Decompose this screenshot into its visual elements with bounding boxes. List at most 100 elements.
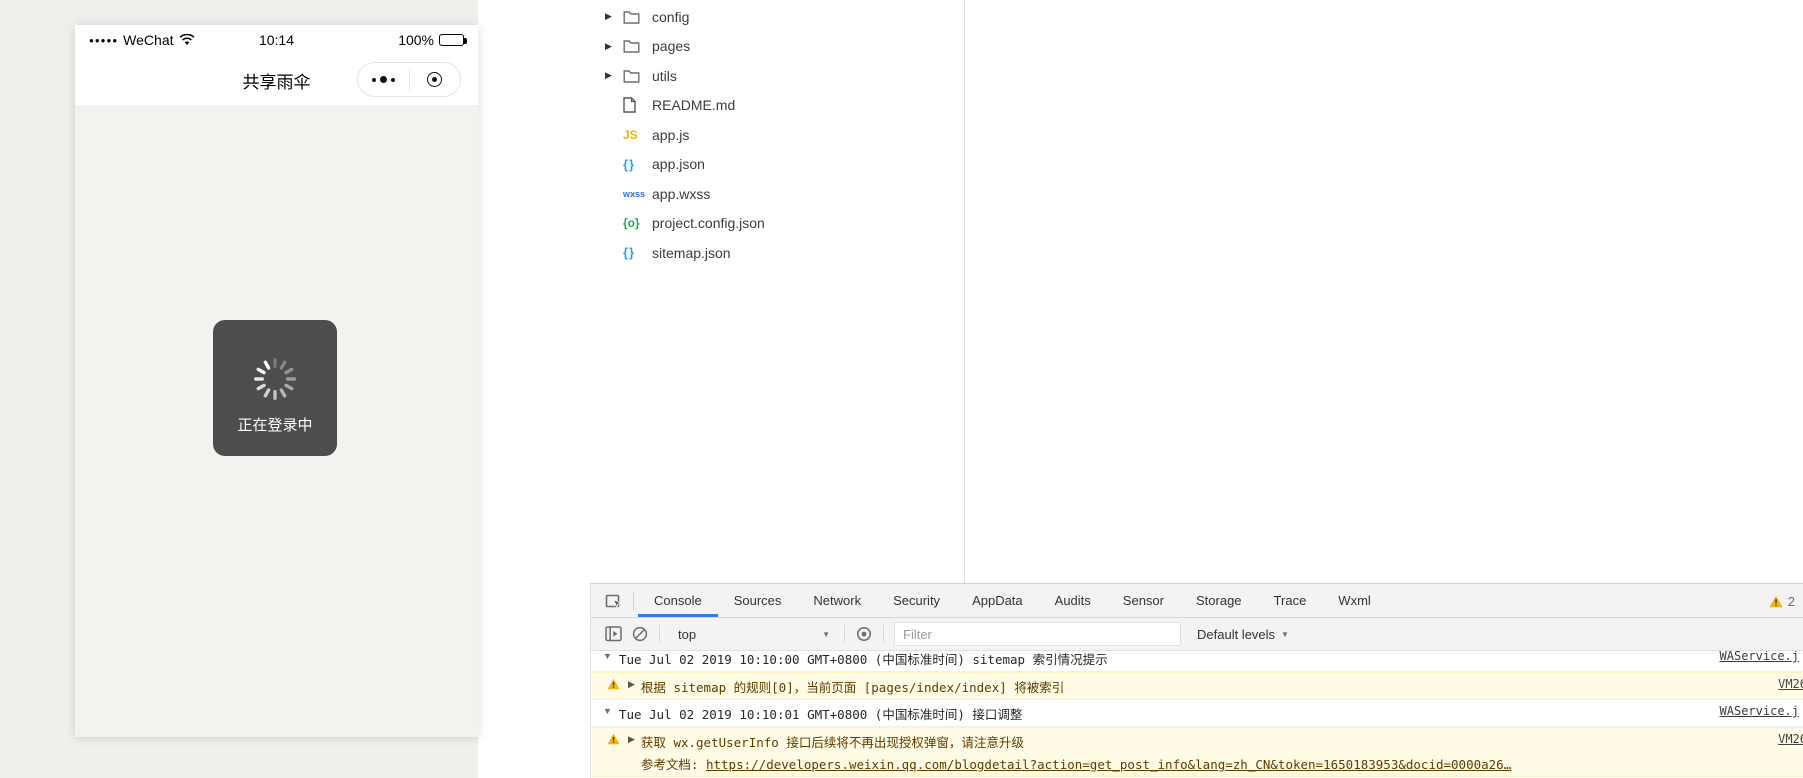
carrier-label: WeChat	[123, 32, 174, 48]
expand-arrow-icon[interactable]: ▶	[605, 41, 623, 52]
tab-storage[interactable]: Storage	[1180, 584, 1258, 617]
tree-item-sitemap-json[interactable]: {} sitemap.json	[590, 238, 964, 268]
tab-wxml[interactable]: Wxml	[1322, 584, 1387, 617]
console-toolbar: top ▼ Default levels ▼	[591, 618, 1803, 651]
eye-icon	[857, 627, 871, 641]
console-source-link[interactable]: VM26	[1768, 677, 1803, 691]
tree-item-label: app.wxss	[652, 185, 711, 202]
execution-context-value: top	[678, 626, 697, 642]
tab-appdata[interactable]: AppData	[956, 584, 1039, 617]
console-message-body: 获取 wx.getUserInfo 接口后续将不再出现授权弹窗，请注意升级 参考…	[641, 732, 1768, 773]
tree-item-label: app.js	[652, 126, 690, 143]
exit-icon	[427, 72, 443, 87]
console-source-link[interactable]: WAService.j	[1710, 704, 1799, 718]
tree-item-config[interactable]: ▶ config	[590, 2, 964, 32]
capsule-buttons	[357, 62, 461, 97]
chevron-down-icon: ▼	[822, 629, 830, 639]
exit-button[interactable]	[410, 72, 461, 87]
panel-divider[interactable]	[964, 0, 965, 583]
simulator-panel: ●●●●● WeChat 10:14 100% 共享雨伞 正在登录中	[0, 0, 478, 778]
console-messages: ▼ Tue Jul 02 2019 10:10:00 GMT+0800 (中国标…	[591, 651, 1803, 778]
loading-toast-text: 正在登录中	[237, 417, 313, 434]
toolbar-divider	[883, 625, 884, 643]
console-row: ▼ Tue Jul 02 2019 10:10:00 GMT+0800 (中国标…	[591, 651, 1803, 672]
tab-security[interactable]: Security	[877, 584, 956, 617]
console-sidebar-toggle-button[interactable]	[601, 622, 627, 646]
expand-toggle-icon[interactable]: ▶	[628, 679, 635, 690]
tab-trace[interactable]: Trace	[1258, 584, 1323, 617]
expand-toggle-icon[interactable]: ▼	[603, 706, 612, 716]
console-message-body: Tue Jul 02 2019 10:10:01 GMT+0800 (中国标准时…	[619, 704, 1710, 723]
inspect-cursor-icon	[605, 594, 623, 608]
file-explorer: ▶ config ▶ pages ▶ utils README.md JS ap…	[590, 0, 964, 583]
warning-count: 2	[1787, 593, 1795, 609]
tab-console[interactable]: Console	[638, 584, 718, 617]
battery-info: 100%	[314, 32, 467, 48]
tree-item-project-config-json[interactable]: {o} project.config.json	[590, 209, 964, 239]
pjson-file-icon: {o}	[623, 216, 640, 231]
execution-context-select[interactable]: top ▼	[666, 622, 838, 646]
spinner-icon	[254, 358, 296, 400]
console-source-link[interactable]: WAService.j	[1710, 651, 1799, 663]
tree-item-app-wxss[interactable]: wxss app.wxss	[590, 179, 964, 209]
tree-item-app-js[interactable]: JS app.js	[590, 120, 964, 150]
more-button[interactable]	[358, 76, 409, 83]
warning-icon	[1769, 595, 1783, 607]
devtools-tab-bar: Console Sources Network Security AppData…	[591, 584, 1803, 618]
tree-item-label: config	[652, 8, 690, 25]
tree-item-label: utils	[652, 67, 677, 84]
clear-icon	[632, 626, 648, 642]
warning-summary[interactable]: 2	[1769, 584, 1795, 618]
tree-item-label: sitemap.json	[652, 244, 731, 261]
clear-console-button[interactable]	[627, 622, 653, 646]
phone-status-bar: ●●●●● WeChat 10:14 100%	[75, 25, 478, 55]
tab-sensor[interactable]: Sensor	[1107, 584, 1180, 617]
carrier-info: ●●●●● WeChat	[89, 32, 239, 48]
expand-toggle-icon[interactable]: ▼	[603, 651, 612, 661]
console-row: ▶ 根据 sitemap 的规则[0]，当前页面 [pages/index/in…	[591, 672, 1803, 700]
tree-item-label: pages	[652, 38, 691, 55]
wechat-devtools-window: ●●●●● WeChat 10:14 100% 共享雨伞 正在登录中 ▶ con…	[0, 0, 1803, 778]
toolbar-divider	[659, 625, 660, 643]
js-file-icon: JS	[623, 127, 638, 142]
console-source-link[interactable]: VM26	[1768, 732, 1803, 746]
console-message-body: 根据 sitemap 的规则[0]，当前页面 [pages/index/inde…	[641, 677, 1768, 696]
log-levels-select[interactable]: Default levels ▼	[1197, 627, 1289, 642]
tree-item-label: project.config.json	[652, 215, 765, 232]
page-title: 共享雨伞	[242, 72, 311, 92]
tree-item-app-json[interactable]: {} app.json	[590, 150, 964, 180]
console-message-detail: 参考文档: https://developers.weixin.qq.com/b…	[641, 754, 1768, 773]
doc-ref-label: 参考文档:	[640, 757, 706, 772]
filter-input[interactable]	[894, 622, 1181, 646]
expand-toggle-icon[interactable]: ▶	[628, 734, 635, 745]
expand-arrow-icon[interactable]: ▶	[605, 11, 623, 22]
battery-percent: 100%	[398, 32, 434, 48]
tree-item-label: README.md	[652, 97, 736, 114]
mini-program-nav-bar: 共享雨伞	[75, 55, 478, 105]
console-message-body: Tue Jul 02 2019 10:10:00 GMT+0800 (中国标准时…	[619, 651, 1710, 668]
tab-audits[interactable]: Audits	[1039, 584, 1107, 617]
wxss-file-icon: wxss	[623, 188, 646, 199]
json-file-icon: {}	[623, 245, 636, 261]
console-row: ▼ Tue Jul 02 2019 10:10:01 GMT+0800 (中国标…	[591, 700, 1803, 727]
log-levels-value: Default levels	[1197, 626, 1276, 642]
wifi-icon	[179, 34, 195, 46]
clock: 10:14	[258, 32, 295, 48]
tree-item-label: app.json	[652, 156, 705, 173]
tree-item-utils[interactable]: ▶ utils	[590, 61, 964, 91]
live-expression-button[interactable]	[851, 622, 877, 646]
tree-item-pages[interactable]: ▶ pages	[590, 32, 964, 62]
folder-icon	[623, 39, 645, 53]
doc-link[interactable]: https://developers.weixin.qq.com/blogdet…	[706, 757, 1511, 772]
expand-arrow-icon[interactable]: ▶	[605, 70, 623, 81]
warning-icon	[607, 678, 620, 690]
devtools-panel: Console Sources Network Security AppData…	[590, 583, 1803, 778]
signal-dots-icon: ●●●●●	[89, 35, 119, 45]
inspect-element-button[interactable]	[599, 584, 629, 617]
folder-icon	[623, 69, 645, 83]
tab-sources[interactable]: Sources	[718, 584, 798, 617]
console-message-text: 根据 sitemap 的规则[0]，当前页面 [pages/index/inde…	[640, 680, 1065, 695]
tab-network[interactable]: Network	[797, 584, 877, 617]
phone-simulator: ●●●●● WeChat 10:14 100% 共享雨伞 正在登录中	[75, 25, 478, 737]
tree-item-readme-md[interactable]: README.md	[590, 91, 964, 121]
